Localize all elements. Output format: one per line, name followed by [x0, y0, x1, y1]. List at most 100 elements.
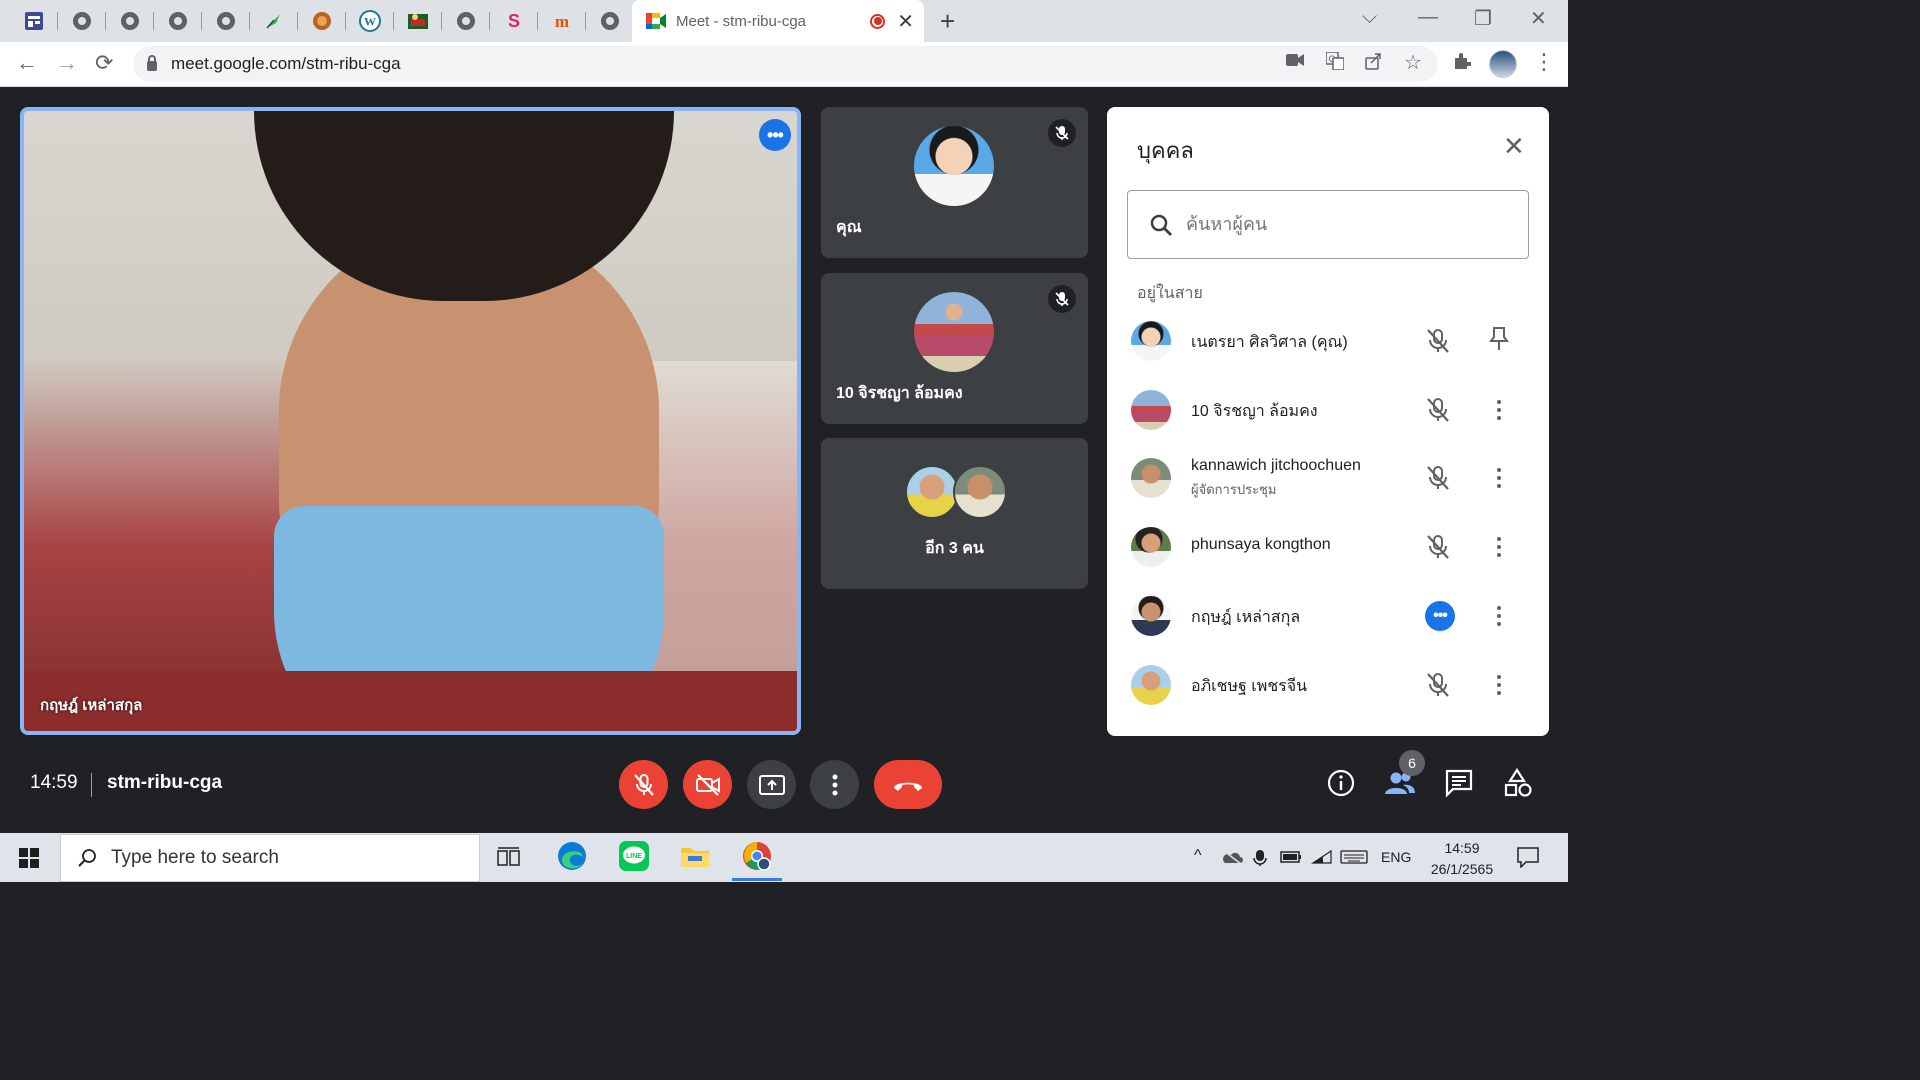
edge-browser-icon[interactable]: [556, 840, 588, 872]
chrome-menu-icon[interactable]: ⋮: [1533, 49, 1555, 75]
toggle-camera-button[interactable]: [683, 760, 732, 809]
hang-up-icon: [894, 782, 922, 791]
globe-icon[interactable]: [154, 0, 201, 42]
people-panel: บุคคล ✕ อยู่ในสาย เนตรยา ศิลวิศาล (คุณ) …: [1107, 107, 1549, 736]
feather-icon[interactable]: [250, 0, 297, 42]
mic-off-icon: [1427, 329, 1449, 353]
new-tab-button[interactable]: +: [940, 6, 955, 37]
chat-icon[interactable]: [1444, 768, 1474, 798]
section-in-call-label: อยู่ในสาย: [1137, 285, 1203, 302]
more-options-icon[interactable]: [1491, 463, 1507, 493]
participant-name: กฤษฎ์ เหล่าสกุล: [1191, 609, 1301, 626]
system-clock[interactable]: 14:59 26/1/2565: [1424, 838, 1500, 880]
mic-off-icon: [1427, 673, 1449, 697]
notifications-icon[interactable]: [1516, 846, 1540, 868]
tile-options-button[interactable]: •••: [759, 119, 791, 151]
game-icon[interactable]: [394, 0, 441, 42]
onedrive-icon[interactable]: [1221, 849, 1243, 865]
avatar: [1131, 665, 1171, 705]
present-screen-icon: [758, 774, 785, 795]
globe-icon[interactable]: [106, 0, 153, 42]
sheets-icon[interactable]: [10, 0, 57, 42]
participant-tile-self[interactable]: คุณ: [821, 107, 1088, 258]
minimize-button[interactable]: —: [1418, 6, 1438, 29]
more-participants-label: อีก 3 คน: [925, 540, 984, 557]
search-people-field[interactable]: [1127, 190, 1529, 259]
meeting-details-icon[interactable]: [1326, 768, 1356, 798]
forward-button[interactable]: →: [56, 50, 78, 76]
taskbar-search-box[interactable]: Type here to search: [60, 834, 480, 882]
more-options-button[interactable]: [810, 760, 859, 809]
mic-off-icon: [1427, 398, 1449, 422]
profile-avatar[interactable]: [1489, 50, 1517, 78]
svg-text:S: S: [507, 11, 519, 31]
main-speaker-video[interactable]: ••• กฤษฎ์ เหล่าสกุล: [20, 107, 801, 735]
more-participants-tile[interactable]: อีก 3 คน: [821, 438, 1088, 589]
participant-name: phunsaya kongthon: [1191, 536, 1331, 553]
touch-keyboard-icon[interactable]: [1340, 849, 1368, 865]
list-item[interactable]: เนตรยา ศิลวิศาล (คุณ): [1107, 308, 1549, 374]
tab-search-icon[interactable]: ⌵: [1362, 6, 1377, 29]
show-hidden-icons[interactable]: ^: [1194, 847, 1202, 865]
lock-icon[interactable]: [147, 55, 157, 71]
reload-button[interactable]: ⟳: [95, 50, 113, 76]
line-app-icon[interactable]: LINE: [618, 840, 650, 872]
divider: [91, 773, 92, 797]
camera-in-use-icon[interactable]: [1286, 52, 1304, 72]
list-item[interactable]: phunsaya kongthon: [1107, 514, 1549, 580]
participant-tile[interactable]: 10 จิรชญา ล้อมคง: [821, 273, 1088, 424]
globe-icon[interactable]: [202, 0, 249, 42]
microphone-in-use-icon[interactable]: [1253, 849, 1267, 867]
list-item[interactable]: 10 จิรชญา ล้อมคง: [1107, 377, 1549, 443]
windows-start-icon[interactable]: [19, 848, 39, 868]
pin-icon[interactable]: [1487, 324, 1511, 354]
globe-icon[interactable]: [586, 0, 633, 42]
more-options-icon[interactable]: [1491, 395, 1507, 425]
list-item[interactable]: kannawich jitchoochuen ผู้จัดการประชุม: [1107, 445, 1549, 511]
file-explorer-icon[interactable]: [679, 840, 711, 872]
participant-name: 10 จิรชญา ล้อมคง: [1191, 403, 1318, 420]
extensions-icon[interactable]: [1453, 52, 1472, 75]
close-window-button[interactable]: ✕: [1530, 6, 1547, 31]
chrome-icon[interactable]: [741, 840, 773, 872]
translate-icon[interactable]: G: [1325, 51, 1345, 75]
toggle-microphone-button[interactable]: [619, 760, 668, 809]
back-button[interactable]: ←: [16, 50, 38, 76]
close-tab-icon[interactable]: ✕: [897, 9, 914, 34]
search-icon: [1150, 214, 1172, 236]
s-logo-icon[interactable]: S: [490, 0, 537, 42]
meeting-time: 14:59: [30, 772, 78, 793]
search-input[interactable]: [1186, 214, 1506, 235]
input-language[interactable]: ENG: [1381, 849, 1411, 865]
mic-off-icon: [1427, 466, 1449, 490]
leave-call-button[interactable]: [874, 760, 942, 809]
wordpress-icon[interactable]: W: [346, 0, 393, 42]
more-options-icon[interactable]: [1491, 670, 1507, 700]
tab-meet[interactable]: Meet - stm-ribu-cga ✕: [632, 0, 924, 42]
list-item[interactable]: อภิเชษฐ เพชรจีน: [1107, 652, 1549, 718]
address-bar[interactable]: meet.google.com/stm-ribu-cga: [133, 46, 1438, 82]
task-view-icon[interactable]: [497, 847, 529, 879]
url-text[interactable]: meet.google.com/stm-ribu-cga: [171, 54, 401, 74]
mic-off-icon: [1048, 119, 1076, 147]
participant-role: ผู้จัดการประชุม: [1191, 482, 1277, 497]
more-options-icon[interactable]: [1491, 601, 1507, 631]
panel-title: บุคคล: [1137, 138, 1194, 163]
list-item[interactable]: กฤษฎ์ เหล่าสกุล •••: [1107, 583, 1549, 649]
close-panel-icon[interactable]: ✕: [1503, 131, 1525, 162]
restore-button[interactable]: ❐: [1474, 6, 1492, 31]
present-screen-button[interactable]: [747, 760, 796, 809]
seal-icon[interactable]: [298, 0, 345, 42]
share-icon[interactable]: [1365, 52, 1383, 75]
globe-icon[interactable]: [58, 0, 105, 42]
more-options-icon[interactable]: [1491, 532, 1507, 562]
clock-time: 14:59: [1444, 840, 1480, 856]
activities-icon[interactable]: [1503, 768, 1533, 798]
globe-icon[interactable]: [442, 0, 489, 42]
bookmark-star-icon[interactable]: ☆: [1404, 50, 1422, 75]
active-app-indicator: [732, 878, 782, 881]
m-logo-icon[interactable]: m: [538, 0, 585, 42]
wifi-icon[interactable]: [1311, 849, 1333, 865]
tile-label: 10 จิรชญา ล้อมคง: [836, 385, 963, 402]
battery-icon[interactable]: [1280, 849, 1302, 865]
